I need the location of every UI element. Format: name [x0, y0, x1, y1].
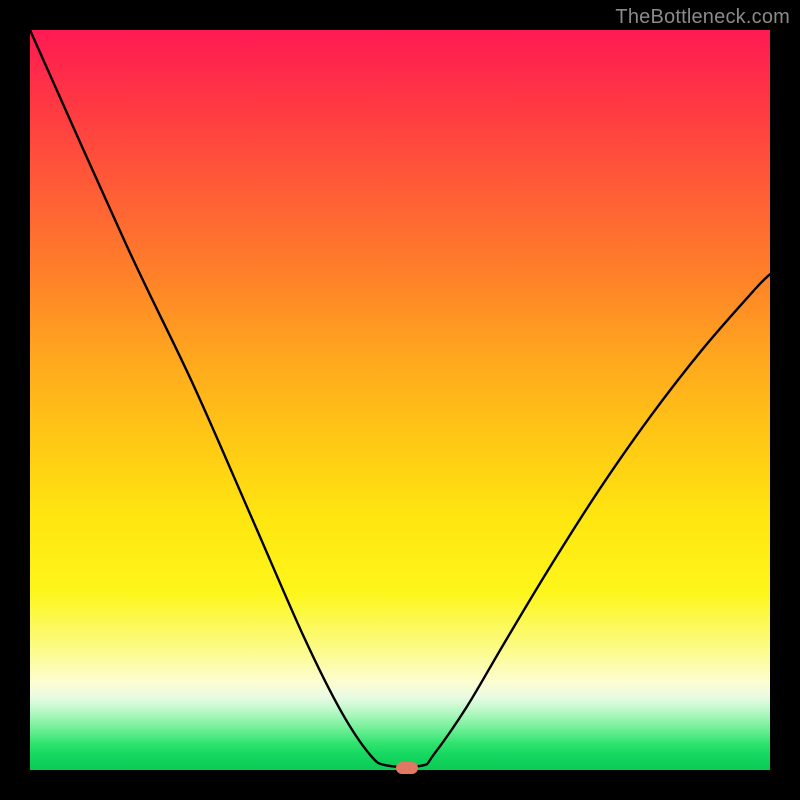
watermark-text: TheBottleneck.com	[615, 6, 790, 29]
chart-frame: TheBottleneck.com	[0, 0, 800, 800]
chart-plot-area	[30, 30, 770, 770]
optimal-point-marker	[396, 762, 418, 774]
bottleneck-curve	[30, 30, 770, 770]
